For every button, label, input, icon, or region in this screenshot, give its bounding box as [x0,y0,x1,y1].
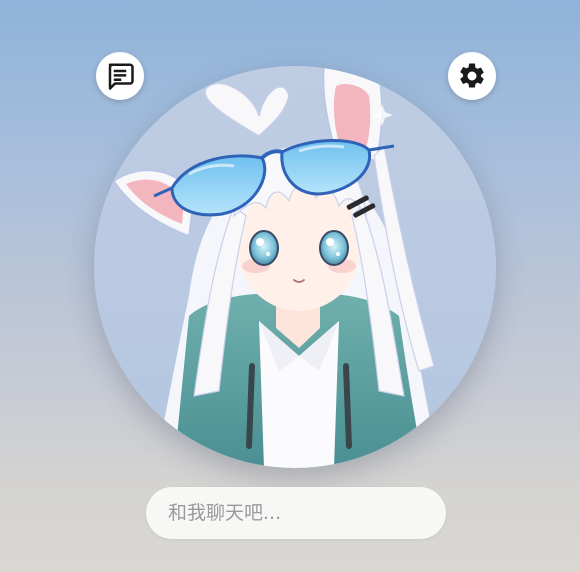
chat-input[interactable] [146,487,446,539]
character-illustration [94,66,496,468]
gear-icon [457,61,487,91]
chat-message-icon [105,61,135,91]
settings-button[interactable] [448,52,496,100]
character-avatar[interactable] [94,66,496,468]
chat-button[interactable] [96,52,144,100]
